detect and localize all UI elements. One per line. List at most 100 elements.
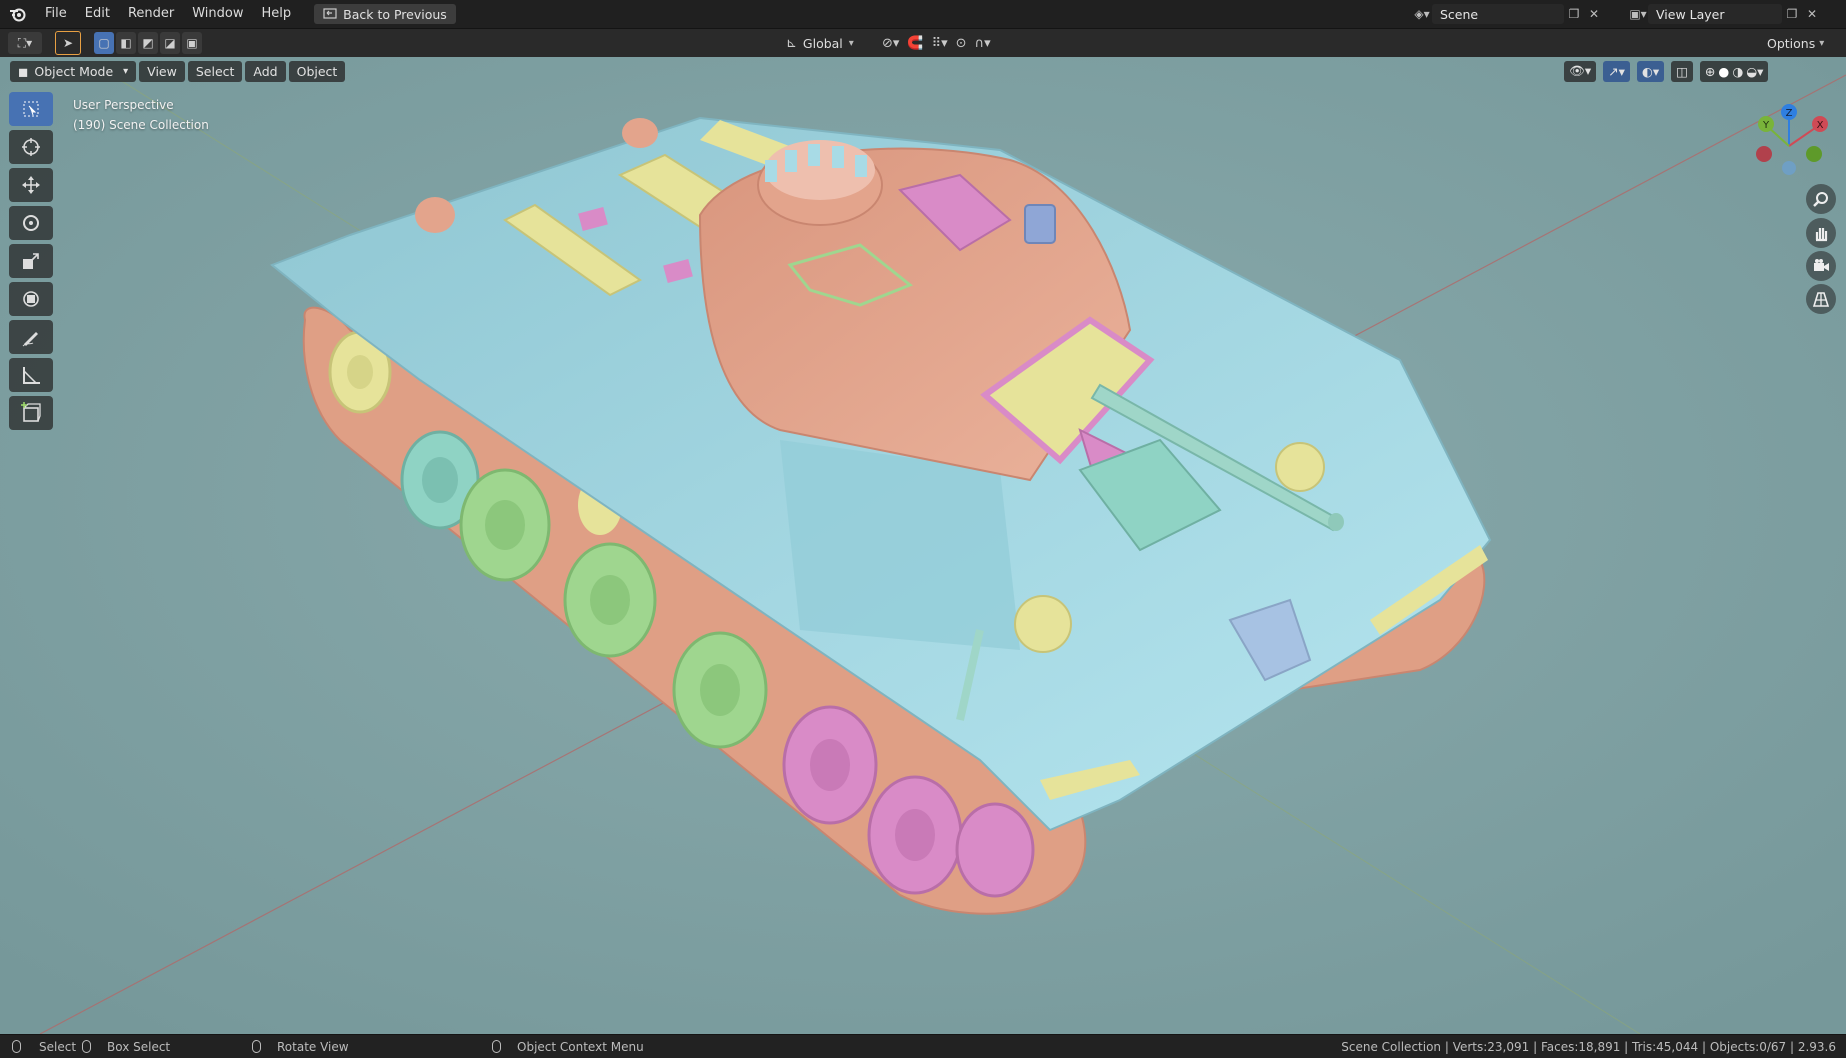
- transform-tool-icon[interactable]: [9, 282, 53, 316]
- tow-hook-left: [415, 197, 455, 233]
- solid-shading-icon[interactable]: ●: [1718, 64, 1729, 79]
- proportional-edit-icon[interactable]: ⊙: [956, 36, 967, 51]
- falloff-icon[interactable]: ∩▾: [975, 36, 991, 51]
- scene-statistics: Scene Collection | Verts:23,091 | Faces:…: [1341, 1039, 1836, 1054]
- annotate-tool-icon[interactable]: [9, 320, 53, 354]
- status-rotate-label: Rotate View: [277, 1039, 349, 1054]
- mode-invert-icon[interactable]: ◪: [160, 32, 180, 54]
- orientation-label: Global: [802, 35, 843, 51]
- neg-x-axis-icon: [1756, 146, 1772, 162]
- overlays-toggle-icon[interactable]: ◐▾: [1636, 60, 1665, 82]
- scene-name-field[interactable]: Scene: [1432, 4, 1564, 24]
- gizmo-y-label: Y: [1762, 120, 1770, 131]
- snapping-group: ⊘▾ 🧲 ⠿▾ ⊙ ∩▾: [882, 36, 991, 51]
- 3d-viewport[interactable]: [0, 57, 1846, 1034]
- move-tool-icon[interactable]: [9, 168, 53, 202]
- status-box-select: Box Select: [82, 1040, 170, 1054]
- screen-back-icon: [323, 8, 337, 19]
- scene-selector: ◈▾ Scene ❐ ✕: [1412, 3, 1604, 25]
- gizmo-x-label: X: [1817, 120, 1824, 131]
- menu-edit[interactable]: Edit: [76, 0, 119, 28]
- pan-hand-icon[interactable]: [1806, 218, 1836, 248]
- tool-header: ⛶▾ ➤ ▢ ◧ ◩ ◪ ▣ ⊾ Global ▾ ⊘▾ 🧲 ⠿▾ ⊙ ∩▾ O…: [0, 29, 1846, 57]
- back-to-previous-button[interactable]: Back to Previous: [314, 4, 456, 24]
- orientation-selector[interactable]: ⊾ Global ▾: [786, 36, 854, 51]
- snap-toggle-icon[interactable]: 🧲: [907, 36, 923, 51]
- status-select-label: Select: [39, 1039, 77, 1054]
- visibility-icon[interactable]: 👁▾: [1564, 60, 1597, 82]
- select-box-tool-icon[interactable]: [9, 92, 53, 126]
- status-box-select-label: Box Select: [107, 1039, 171, 1054]
- mouse-middle-icon: [252, 1040, 261, 1053]
- material-shading-icon[interactable]: ◑: [1732, 64, 1743, 79]
- object-menu[interactable]: Object: [288, 60, 346, 82]
- select-menu[interactable]: Select: [187, 60, 243, 82]
- scale-tool-icon[interactable]: [9, 244, 53, 278]
- gizmo-z-label: Z: [1786, 108, 1793, 119]
- rotate-tool-icon[interactable]: [9, 206, 53, 240]
- viewport-shading-controls: 👁▾ ↗▾ ◐▾ ◫ ⊕ ● ◑ ◒▾: [1564, 60, 1771, 82]
- options-dropdown[interactable]: Options ▾: [1767, 36, 1824, 51]
- mouse-left-icon: [12, 1040, 21, 1053]
- mouse-right-icon: [492, 1040, 501, 1053]
- perspective-label: User Perspective: [73, 98, 174, 112]
- xray-toggle-icon[interactable]: ◫: [1671, 60, 1693, 82]
- mode-new-icon[interactable]: ▢: [94, 32, 114, 54]
- new-view-layer-icon[interactable]: ❐: [1782, 4, 1802, 24]
- left-toolbar: [9, 92, 55, 430]
- back-to-previous-label: Back to Previous: [343, 6, 447, 22]
- object-mode-label: Object Mode: [34, 63, 114, 79]
- delete-view-layer-icon[interactable]: ✕: [1802, 4, 1822, 24]
- view-layer-icon[interactable]: ▣▾: [1628, 4, 1648, 24]
- add-cube-tool-icon[interactable]: [9, 396, 53, 430]
- menu-render[interactable]: Render: [119, 0, 183, 28]
- object-mode-icon: ◼: [18, 63, 29, 79]
- shading-modes: ⊕ ● ◑ ◒▾: [1699, 60, 1769, 82]
- camera-view-icon[interactable]: [1806, 251, 1836, 281]
- scene-icon[interactable]: ◈▾: [1412, 4, 1432, 24]
- perspective-toggle-icon[interactable]: [1806, 284, 1836, 314]
- mouse-drag-icon: [82, 1040, 91, 1053]
- rendered-shading-icon[interactable]: ◒▾: [1746, 64, 1763, 79]
- menu-file[interactable]: File: [36, 0, 76, 28]
- headlight-left: [1014, 595, 1072, 653]
- menu-help[interactable]: Help: [253, 0, 301, 28]
- snap-element-icon[interactable]: ⠿▾: [932, 36, 948, 51]
- editor-type-icon[interactable]: ⛶▾: [8, 32, 42, 54]
- object-mode-dropdown[interactable]: ◼ Object Mode ▾: [10, 60, 137, 82]
- view-layer-field[interactable]: View Layer: [1648, 4, 1782, 24]
- gun-muzzle: [1328, 513, 1344, 531]
- mode-intersect-icon[interactable]: ▣: [182, 32, 202, 54]
- mode-subtract-icon[interactable]: ◩: [138, 32, 158, 54]
- select-tool-icon[interactable]: ➤: [55, 31, 81, 55]
- view-layer-selector: ▣▾ View Layer ❐ ✕: [1628, 3, 1822, 25]
- viewport-header: ◼ Object Mode ▾ View Select Add Object 👁…: [0, 57, 1846, 85]
- measure-tool-icon[interactable]: [9, 358, 53, 392]
- wireframe-shading-icon[interactable]: ⊕: [1705, 64, 1715, 79]
- headlight-right: [1275, 442, 1325, 492]
- zoom-icon[interactable]: [1806, 184, 1836, 214]
- status-context-menu: Object Context Menu: [492, 1040, 644, 1054]
- tow-hook-left-2: [622, 118, 658, 148]
- view-menu[interactable]: View: [139, 60, 185, 82]
- delete-scene-icon[interactable]: ✕: [1584, 4, 1604, 24]
- menu-window[interactable]: Window: [183, 0, 252, 28]
- selection-mode-group: ▢ ◧ ◩ ◪ ▣: [94, 32, 202, 54]
- cursor-tool-icon[interactable]: [9, 130, 53, 164]
- new-scene-icon[interactable]: ❐: [1564, 4, 1584, 24]
- chevron-down-icon: ▾: [123, 65, 129, 77]
- chevron-down-icon: ▾: [1819, 37, 1825, 49]
- mode-extend-icon[interactable]: ◧: [116, 32, 136, 54]
- add-menu[interactable]: Add: [245, 60, 286, 82]
- neg-z-axis-icon: [1782, 161, 1796, 175]
- blender-logo-icon[interactable]: [0, 0, 36, 28]
- pivot-point-icon[interactable]: ⊘▾: [882, 36, 899, 51]
- turret-periscope: [1024, 204, 1056, 244]
- navigation-gizmo[interactable]: Z X Y: [1748, 100, 1838, 182]
- status-select: Select: [12, 1040, 76, 1054]
- status-rotate-view: Rotate View: [252, 1040, 349, 1054]
- neg-y-axis-icon: [1806, 146, 1822, 162]
- collection-label: (190) Scene Collection: [73, 118, 209, 132]
- chevron-down-icon: ▾: [848, 37, 854, 49]
- gizmo-toggle-icon[interactable]: ↗▾: [1603, 60, 1630, 82]
